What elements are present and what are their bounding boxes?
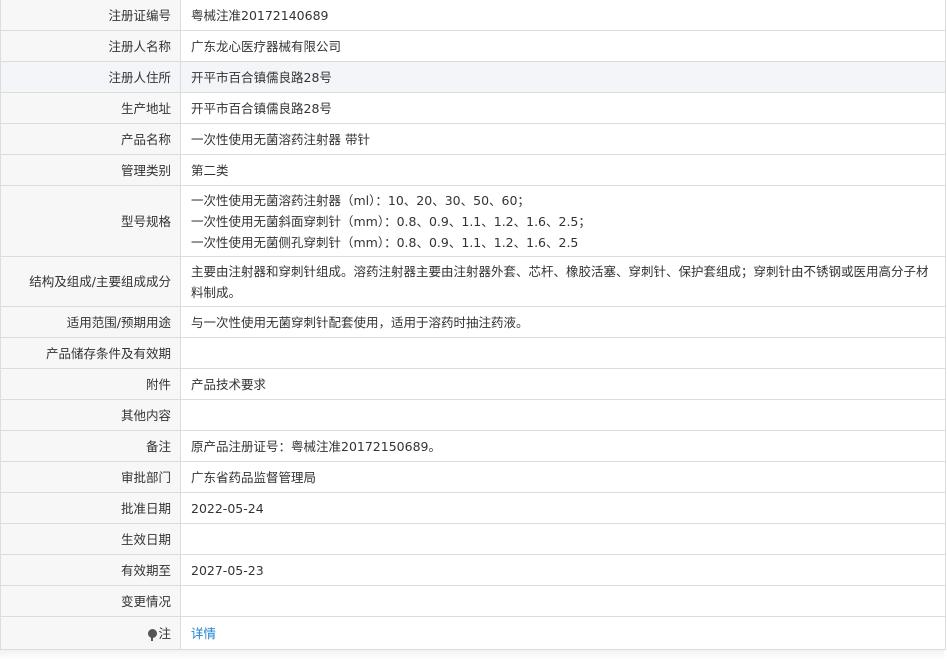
- row-value: 开平市百合镇儒良路28号: [180, 92, 945, 124]
- table-row: 备注 原产品注册证号：粤械注准20172150689。: [1, 430, 945, 462]
- row-value: 一次性使用无菌溶药注射器 带针: [180, 123, 945, 155]
- table-row: 审批部门 广东省药品监督管理局: [1, 461, 945, 493]
- table-row: 有效期至 2027-05-23: [1, 554, 945, 586]
- table-row: 型号规格 一次性使用无菌溶药注射器（ml）：10、20、30、50、60； 一次…: [1, 185, 945, 257]
- row-value: 广东省药品监督管理局: [180, 461, 945, 493]
- model-spec-line: 一次性使用无菌侧孔穿刺针（mm）：0.8、0.9、1.1、1.2、1.6、2.5: [191, 234, 579, 250]
- row-value: 开平市百合镇儒良路28号: [180, 61, 945, 93]
- note-value-cell: 详情: [180, 616, 945, 649]
- registration-detail-table: 注册证编号 粤械注准20172140689 注册人名称 广东龙心医疗器械有限公司…: [1, 0, 945, 649]
- table-row: 变更情况: [1, 585, 945, 617]
- table-row: 注册证编号 粤械注准20172140689: [1, 0, 945, 31]
- table-row: 其他内容: [1, 399, 945, 431]
- table-row: 附件 产品技术要求: [1, 368, 945, 400]
- model-spec-value: 一次性使用无菌溶药注射器（ml）：10、20、30、50、60； 一次性使用无菌…: [180, 185, 945, 257]
- table-row: 生效日期: [1, 523, 945, 555]
- note-label-cell: 注: [1, 616, 181, 649]
- row-label: 型号规格: [1, 185, 181, 257]
- table-row: 产品名称 一次性使用无菌溶药注射器 带针: [1, 123, 945, 155]
- row-label: 适用范围/预期用途: [1, 306, 181, 338]
- row-value: 粤械注准20172140689: [191, 7, 329, 23]
- model-spec-line: 一次性使用无菌溶药注射器（ml）：10、20、30、50、60；: [191, 192, 530, 208]
- row-value: 原产品注册证号：粤械注准20172150689。: [180, 430, 945, 462]
- row-label: 批准日期: [1, 492, 181, 524]
- table-row: 注 详情: [1, 616, 945, 649]
- row-label: 结构及组成/主要组成成分: [1, 256, 181, 307]
- row-label: 注册证编号: [1, 0, 181, 31]
- details-link[interactable]: 详情: [191, 626, 216, 641]
- row-label: 生效日期: [1, 523, 181, 555]
- registration-detail-panel: 注册证编号 粤械注准20172140689 注册人名称 广东龙心医疗器械有限公司…: [0, 0, 946, 650]
- model-spec-line: 一次性使用无菌斜面穿刺针（mm）：0.8、0.9、1.1、1.2、1.6、2.5…: [191, 213, 591, 229]
- row-value: 2022-05-24: [180, 492, 945, 524]
- row-label: 注: [158, 625, 171, 641]
- row-label: 产品名称: [1, 123, 181, 155]
- row-label: 备注: [1, 430, 181, 462]
- table-row: 管理类别 第二类: [1, 154, 945, 186]
- table-row: 注册人住所 开平市百合镇儒良路28号: [1, 61, 945, 93]
- row-label: 变更情况: [1, 585, 181, 617]
- row-value: 第二类: [180, 154, 945, 186]
- table-row: 产品储存条件及有效期: [1, 337, 945, 369]
- row-value: 主要由注射器和穿刺针组成。溶药注射器主要由注射器外套、芯杆、橡胶活塞、穿刺针、保…: [180, 256, 945, 307]
- row-value: 2027-05-23: [180, 554, 945, 586]
- row-label: 管理类别: [1, 154, 181, 186]
- row-value: [180, 523, 945, 555]
- row-label: 注册人名称: [1, 30, 181, 62]
- row-value: 广东龙心医疗器械有限公司: [180, 30, 945, 62]
- table-row: 生产地址 开平市百合镇儒良路28号: [1, 92, 945, 124]
- row-value: 与一次性使用无菌穿刺针配套使用，适用于溶药时抽注药液。: [180, 306, 945, 338]
- table-row: 结构及组成/主要组成成分 主要由注射器和穿刺针组成。溶药注射器主要由注射器外套、…: [1, 256, 945, 307]
- row-label: 产品储存条件及有效期: [1, 337, 181, 369]
- row-label: 审批部门: [1, 461, 181, 493]
- pin-icon: [148, 628, 158, 641]
- table-row: 适用范围/预期用途 与一次性使用无菌穿刺针配套使用，适用于溶药时抽注药液。: [1, 306, 945, 338]
- row-value: [180, 337, 945, 369]
- row-label: 注册人住所: [1, 61, 181, 93]
- row-label: 附件: [1, 368, 181, 400]
- row-value: [180, 585, 945, 617]
- table-row: 批准日期 2022-05-24: [1, 492, 945, 524]
- row-label: 有效期至: [1, 554, 181, 586]
- row-label: 生产地址: [1, 92, 181, 124]
- table-row: 注册人名称 广东龙心医疗器械有限公司: [1, 30, 945, 62]
- panel-bottom-shadow: [0, 650, 944, 660]
- row-label: 其他内容: [1, 399, 181, 431]
- row-value: 产品技术要求: [180, 368, 945, 400]
- row-value: [180, 399, 945, 431]
